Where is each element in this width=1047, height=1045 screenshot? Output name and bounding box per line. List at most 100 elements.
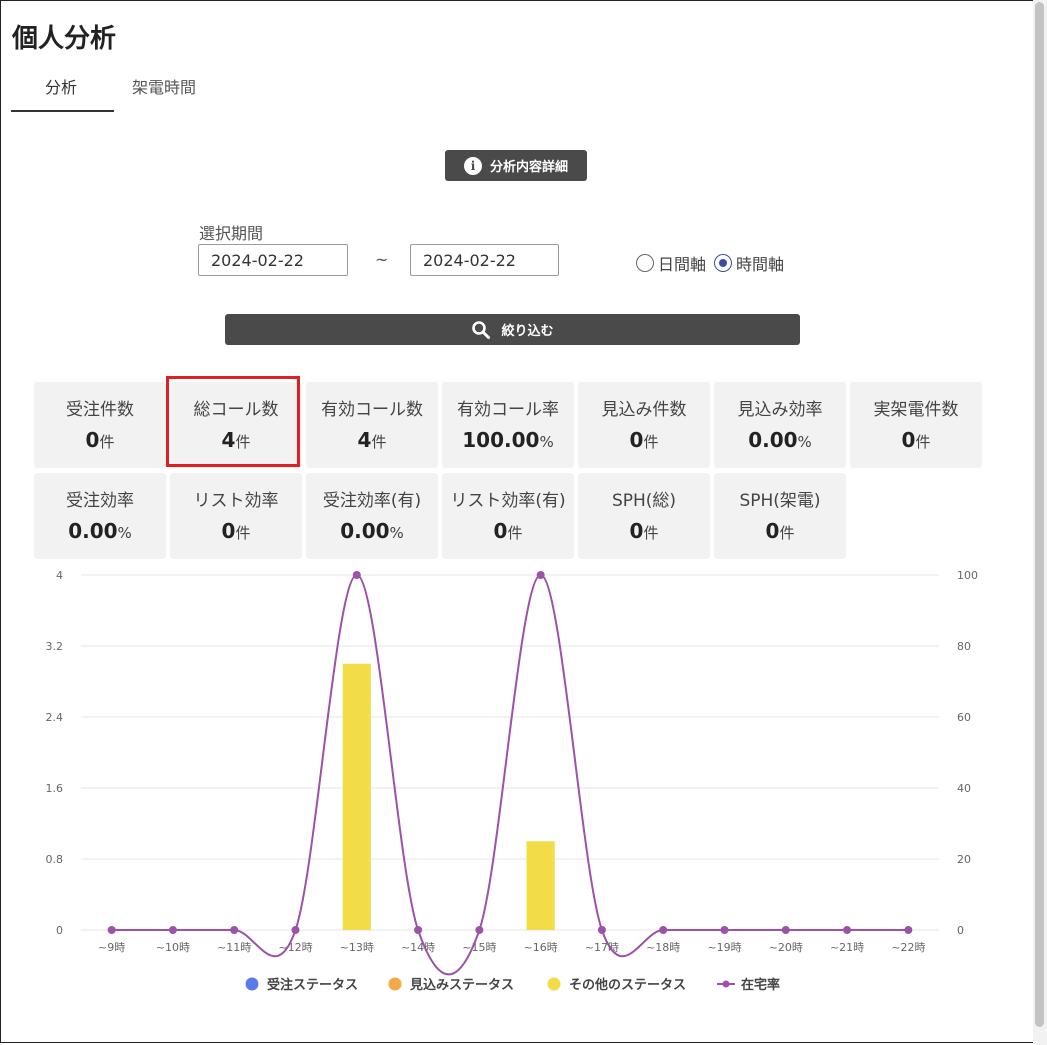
home-rate-point [475, 926, 484, 934]
hourly-chart: 0 00.8 201.6 402.4 603.2 804 100~9時 ~10時 ~11時 ~12… [46, 569, 979, 993]
legend-label: その他のステータス [569, 977, 686, 993]
y-right-tick-label: 20 [957, 853, 971, 866]
stat-order-count: 受注件数 0件 [34, 382, 166, 468]
stat-label: 受注効率(有) [322, 491, 422, 511]
filter-button-label: 絞り込む [501, 324, 554, 339]
tab-call-time[interactable]: 架電時間 [132, 74, 196, 98]
legend-label: 見込みステータス [409, 977, 514, 993]
home-rate-line [111, 573, 909, 976]
analysis-detail-button[interactable]: i 分析内容詳細 [445, 150, 587, 181]
stat-label: 実架電件数 [873, 400, 959, 420]
x-tick-label: ~22時 [891, 941, 925, 954]
end-date-input[interactable] [410, 244, 559, 276]
analysis-detail-label: 分析内容詳細 [489, 160, 568, 175]
y-right-tick-label: 40 [957, 782, 971, 795]
stat-label: SPH(総) [611, 491, 677, 511]
stat-label: 有効コール数 [321, 400, 423, 420]
y-right-tick-label: 0 [957, 924, 964, 937]
y-left-tick-label: 0.8 [46, 853, 64, 866]
x-tick-label: ~20時 [769, 941, 803, 954]
legend-marker [547, 977, 561, 991]
stat-label: 受注件数 [66, 400, 134, 420]
home-rate-point [659, 926, 668, 934]
home-rate-point [414, 926, 423, 934]
y-left-tick-label: 3.2 [46, 640, 64, 653]
home-rate-point [107, 926, 116, 934]
hourly-axis-radio[interactable] [714, 254, 733, 272]
bar [342, 663, 371, 930]
bar [526, 841, 555, 930]
home-rate-point [781, 926, 790, 934]
stat-valid-calls: 有効コール数 4件 [306, 382, 438, 468]
filter-button[interactable]: 絞り込む [225, 314, 800, 345]
stat-value: 0件 [221, 519, 251, 543]
daily-axis-label[interactable]: 日間軸 [658, 251, 706, 275]
home-rate-point [536, 571, 545, 579]
x-tick-label: ~16時 [524, 941, 558, 954]
scrollbar-thumb[interactable] [1035, 2, 1044, 1027]
highlight-box [166, 376, 300, 467]
legend-marker [722, 980, 730, 988]
stat-label: 見込み件数 [601, 400, 687, 420]
stat-value: 0件 [629, 428, 659, 452]
x-tick-label: ~9時 [98, 941, 125, 954]
legend-marker [245, 977, 259, 991]
period-label: 選択期間 [199, 224, 264, 243]
stat-label: 有効コール率 [457, 400, 559, 420]
y-left-tick-label: 4 [56, 569, 63, 582]
home-rate-point [291, 926, 300, 934]
stat-value: 0.00% [68, 519, 132, 543]
y-right-tick-label: 60 [957, 711, 971, 724]
stat-value: 4件 [357, 428, 387, 452]
page-title: 個人分析 [12, 24, 117, 54]
stat-list-efficiency-valid: リスト効率(有) 0件 [442, 473, 574, 559]
stat-sph-total: SPH(総) 0件 [578, 473, 710, 559]
stat-value: 100.00% [462, 428, 554, 452]
x-tick-label: ~21時 [830, 941, 864, 954]
stat-valid-call-rate: 有効コール率 100.00% [442, 382, 574, 468]
stat-value: 0件 [901, 428, 931, 452]
y-left-tick-label: 2.4 [46, 711, 64, 724]
stat-value: 0件 [629, 519, 659, 543]
x-tick-label: ~13時 [340, 941, 374, 954]
stat-list-efficiency: リスト効率 0件 [170, 473, 302, 559]
hourly-axis-label[interactable]: 時間軸 [736, 251, 784, 275]
stat-label: リスト効率(有) [450, 491, 566, 511]
stat-prospect-efficiency: 見込み効率 0.00% [714, 382, 846, 468]
tab-analysis[interactable]: 分析 [45, 74, 77, 98]
stat-order-efficiency: 受注効率 0.00% [34, 473, 166, 559]
x-tick-label: ~18時 [646, 941, 680, 954]
home-rate-point [720, 926, 729, 934]
vertical-scrollbar[interactable] [1033, 0, 1047, 1045]
y-right-tick-label: 100 [957, 569, 978, 582]
search-icon [472, 320, 491, 339]
start-date-input[interactable] [198, 244, 348, 276]
stat-label: リスト効率 [193, 491, 279, 511]
stat-value: 0件 [493, 519, 523, 543]
stat-value: 0.00% [340, 519, 404, 543]
home-rate-point [168, 926, 177, 934]
stat-actual-calls: 実架電件数 0件 [850, 382, 982, 468]
stat-label: 見込み効率 [737, 400, 823, 420]
legend-label: 在宅率 [741, 977, 780, 993]
axis-radio-group: 日間軸 時間軸 [636, 251, 792, 275]
date-separator: ~ [375, 250, 389, 269]
stat-value: 0.00% [748, 428, 812, 452]
stat-label: 受注効率 [66, 491, 134, 511]
legend-label: 受注ステータス [267, 977, 358, 993]
daily-axis-radio[interactable] [636, 254, 654, 272]
x-tick-label: ~14時 [401, 941, 435, 954]
home-rate-point [843, 926, 852, 934]
active-tab-indicator [11, 110, 114, 112]
stat-prospect-count: 見込み件数 0件 [578, 382, 710, 468]
x-tick-label: ~19時 [707, 941, 741, 954]
y-left-tick-label: 1.6 [46, 782, 64, 795]
x-tick-label: ~11時 [217, 941, 251, 954]
x-tick-label: ~10時 [156, 941, 190, 954]
stat-label: SPH(架電) [739, 491, 821, 511]
stat-value: 0件 [85, 428, 115, 452]
home-rate-point [597, 926, 606, 934]
home-rate-point [904, 926, 913, 934]
stat-order-efficiency-valid: 受注効率(有) 0.00% [306, 473, 438, 559]
y-left-tick-label: 0 [56, 924, 63, 937]
